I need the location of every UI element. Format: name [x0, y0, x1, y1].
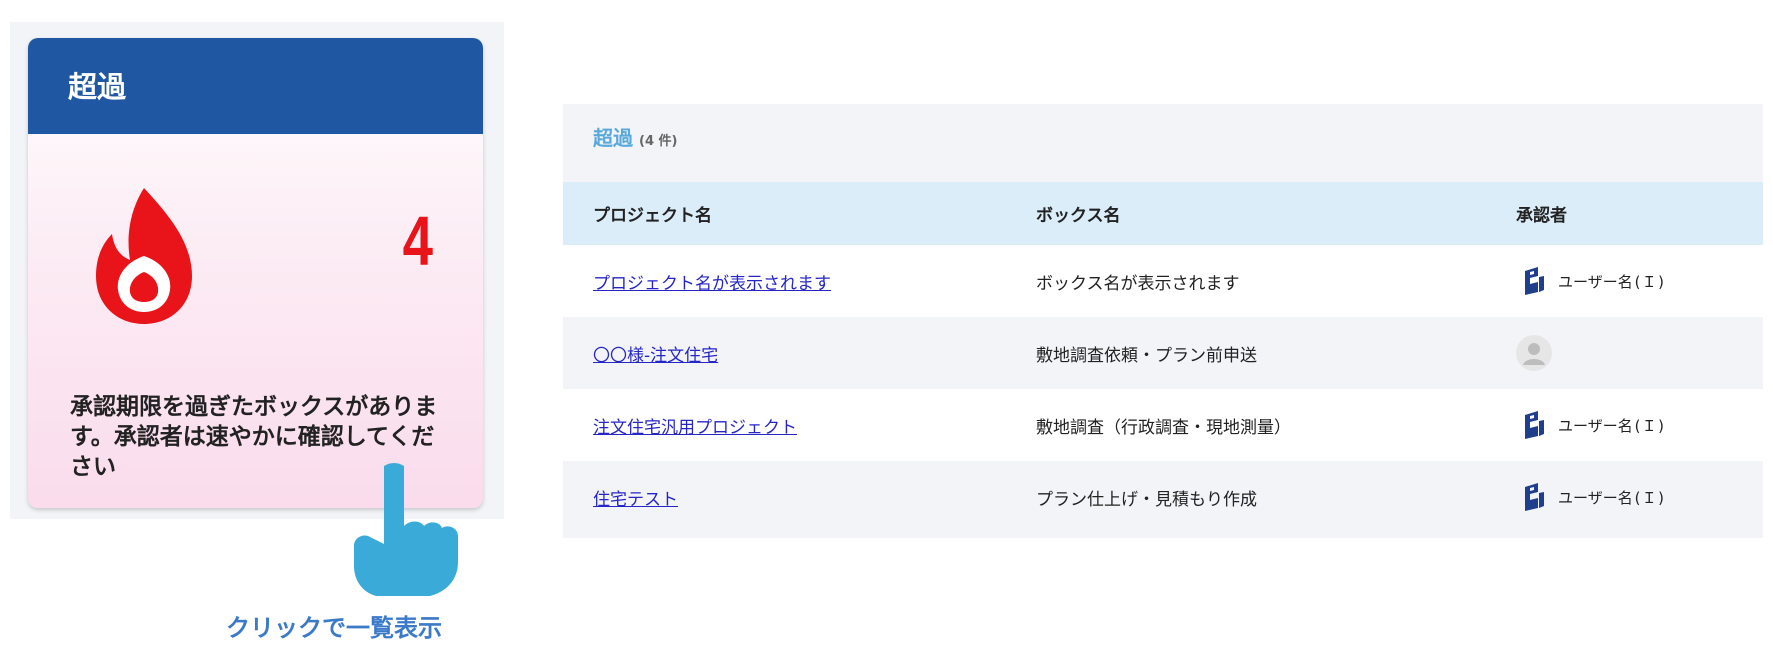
- overdue-count: 4: [402, 202, 433, 280]
- overdue-table: プロジェクト名 ボックス名 承認者 プロジェクト名が表示されます ボックス名が表…: [563, 182, 1763, 533]
- approver-cell: ユーザー名(Ｉ): [1486, 410, 1666, 440]
- table-row: 住宅テスト プラン仕上げ・見積もり作成 ユーザー名(Ｉ): [563, 461, 1763, 533]
- panel-title-text: 超過: [593, 126, 633, 150]
- flame-icon: [96, 188, 192, 324]
- box-name: 敷地調査（行政調査・現地測量）: [1036, 417, 1291, 438]
- overdue-card-container: 超過 4 承認期限を過ぎたボックスがあります。承認者は速やかに確認してください: [10, 22, 504, 519]
- b-logo-icon: [1525, 483, 1544, 511]
- approver-name: ユーザー名(Ｉ): [1558, 272, 1666, 291]
- default-avatar-icon: [1516, 335, 1552, 371]
- column-header-project: プロジェクト名: [593, 206, 712, 226]
- box-name: ボックス名が表示されます: [1036, 273, 1240, 294]
- pointing-hand-icon: [354, 463, 458, 596]
- approver-cell: [1486, 335, 1552, 371]
- box-name: プラン仕上げ・見積もり作成: [1036, 489, 1257, 510]
- approver-name: ユーザー名(Ｉ): [1558, 488, 1666, 507]
- box-name: 敷地調査依頼・プラン前申送: [1036, 345, 1257, 366]
- b-logo-icon: [1525, 411, 1544, 439]
- card-title: 超過: [28, 38, 483, 134]
- approver-cell: ユーザー名(Ｉ): [1486, 482, 1666, 512]
- panel-count: (4 件): [639, 134, 678, 149]
- project-link[interactable]: プロジェクト名が表示されます: [593, 274, 831, 294]
- table-row: 注文住宅汎用プロジェクト 敷地調査（行政調査・現地測量） ユーザー名(Ｉ): [563, 389, 1763, 461]
- overdue-card[interactable]: 超過 4 承認期限を過ぎたボックスがあります。承認者は速やかに確認してください: [28, 38, 483, 508]
- approver-name: ユーザー名(Ｉ): [1558, 416, 1666, 435]
- column-header-box: ボックス名: [1036, 206, 1121, 226]
- approver-cell: ユーザー名(Ｉ): [1486, 266, 1666, 296]
- stage: 超過 4 承認期限を過ぎたボックスがあります。承認者は速やかに確認してください …: [0, 0, 1773, 669]
- table-row: プロジェクト名が表示されます ボックス名が表示されます ユーザー名(Ｉ): [563, 245, 1763, 317]
- column-header-approver: 承認者: [1516, 206, 1567, 226]
- project-link[interactable]: 注文住宅汎用プロジェクト: [593, 418, 797, 438]
- panel-title: 超過 (4 件): [593, 124, 677, 156]
- table-header: プロジェクト名 ボックス名 承認者: [563, 182, 1763, 245]
- project-link[interactable]: 住宅テスト: [593, 490, 678, 510]
- b-logo-icon: [1525, 267, 1544, 295]
- click-hint-label: クリックで一覧表示: [226, 614, 442, 642]
- overdue-list-panel: 超過 (4 件) プロジェクト名 ボックス名 承認者 プロジェクト名が表示されます…: [563, 104, 1763, 538]
- table-row: 〇〇様-注文住宅 敷地調査依頼・プラン前申送: [563, 317, 1763, 389]
- project-link[interactable]: 〇〇様-注文住宅: [593, 346, 718, 366]
